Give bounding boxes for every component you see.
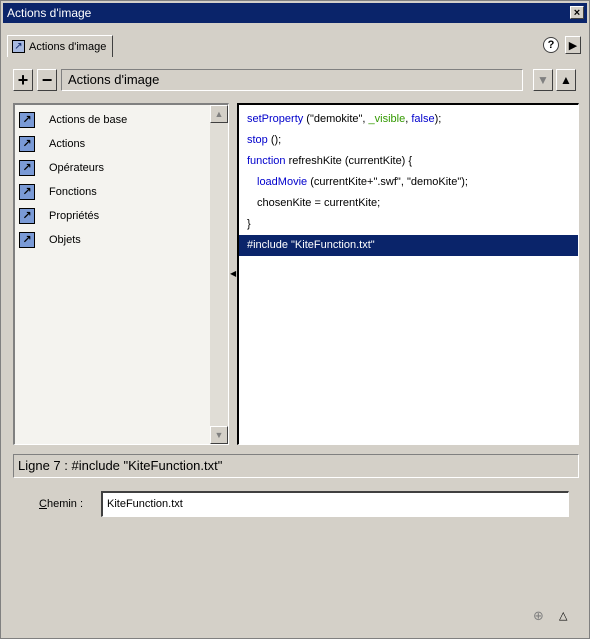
status-line: Ligne 7 : #include "KiteFunction.txt": [13, 454, 579, 478]
code-token: );: [434, 113, 442, 125]
tree-item-label: Propriétés: [49, 210, 100, 222]
tree-item-actions[interactable]: ↗ Actions: [19, 133, 85, 155]
scroll-down-icon[interactable]: ▼: [210, 426, 228, 444]
tree-item-fonctions[interactable]: ↗ Fonctions: [19, 181, 97, 203]
code-token: ("demokite",: [303, 113, 369, 125]
code-line-1[interactable]: setProperty ("demokite", _visible, false…: [239, 109, 578, 130]
scroll-up-icon[interactable]: ▲: [210, 105, 228, 123]
book-icon: ↗: [19, 160, 35, 176]
expand-panel-icon[interactable]: △: [559, 609, 567, 622]
book-icon: ↗: [19, 136, 35, 152]
target-icon[interactable]: ⊕: [533, 608, 544, 624]
code-token: loadMovie: [257, 176, 308, 188]
tree-item-proprietes[interactable]: ↗ Propriétés: [19, 205, 99, 227]
script-editor[interactable]: setProperty ("demokite", _visible, false…: [237, 103, 579, 445]
actions-panel-window: Actions d'image × ↗ Actions d'image ? ▶ …: [0, 0, 590, 639]
path-input[interactable]: KiteFunction.txt: [101, 491, 569, 517]
path-label-accelerator: C: [39, 498, 47, 510]
code-token: (currentKite+".swf", "demoKite");: [307, 176, 468, 188]
path-label: Chemin :: [39, 495, 83, 513]
code-line-6[interactable]: }: [239, 214, 578, 235]
code-token: setProperty: [247, 113, 304, 125]
tab-row: ↗ Actions d'image ? ▶: [7, 35, 583, 57]
code-line-2[interactable]: stop ();: [239, 130, 578, 151]
code-token: #include "KiteFunction.txt": [247, 239, 375, 251]
tree-item-label: Opérateurs: [49, 162, 105, 174]
book-icon: ↗: [19, 208, 35, 224]
tree-item-label: Actions de base: [49, 114, 128, 126]
close-icon[interactable]: ×: [570, 6, 584, 19]
add-action-button[interactable]: +: [13, 69, 33, 91]
move-down-icon[interactable]: ▼: [533, 69, 553, 91]
code-line-3[interactable]: function refreshKite (currentKite) {: [239, 151, 578, 172]
code-token: chosenKite = currentKite;: [257, 197, 381, 209]
code-token: _visible: [368, 113, 406, 125]
code-line-4[interactable]: loadMovie (currentKite+".swf", "demoKite…: [239, 172, 578, 193]
tree-item-label: Fonctions: [49, 186, 97, 198]
tab-label: Actions d'image: [29, 40, 107, 53]
code-token: stop: [247, 134, 268, 146]
code-token: }: [247, 218, 251, 230]
toolbar: + − Actions d'image ▼ ▲: [11, 67, 581, 93]
book-icon: ↗: [19, 112, 35, 128]
tree-scrollbar[interactable]: ▲ ▼: [210, 105, 228, 444]
arrow-icon: ↗: [12, 40, 25, 53]
toolbar-title: Actions d'image: [61, 69, 523, 91]
book-icon: ↗: [19, 232, 35, 248]
tab-actions-image[interactable]: ↗ Actions d'image: [7, 35, 114, 57]
code-line-5[interactable]: chosenKite = currentKite;: [239, 193, 578, 214]
code-line-7-selected[interactable]: #include "KiteFunction.txt": [239, 235, 578, 256]
tree-item-label: Actions: [49, 138, 86, 150]
panel-menu-arrow-icon[interactable]: ▶: [565, 36, 581, 54]
help-icon[interactable]: ?: [543, 37, 559, 53]
move-up-icon[interactable]: ▲: [556, 69, 576, 91]
title-bar[interactable]: Actions d'image ×: [3, 3, 587, 23]
code-token: function: [247, 155, 286, 167]
tree-item-operateurs[interactable]: ↗ Opérateurs: [19, 157, 104, 179]
code-token: refreshKite (currentKite) {: [285, 155, 413, 167]
tree-item-objets[interactable]: ↗ Objets: [19, 229, 81, 251]
panel-splitter[interactable]: ◀: [230, 103, 236, 445]
book-icon: ↗: [19, 184, 35, 200]
code-token: false: [411, 113, 435, 125]
collapse-left-icon[interactable]: ◀: [230, 267, 236, 281]
code-token: ();: [267, 134, 282, 146]
tree-item-label: Objets: [49, 234, 81, 246]
action-tree: ↗ Actions de base ↗ Actions ↗ Opérateurs…: [13, 103, 229, 445]
path-label-text: hemin :: [46, 498, 84, 510]
tree-item-actions-de-base[interactable]: ↗ Actions de base: [19, 109, 127, 131]
window-title: Actions d'image: [7, 6, 92, 20]
remove-action-button[interactable]: −: [37, 69, 57, 91]
